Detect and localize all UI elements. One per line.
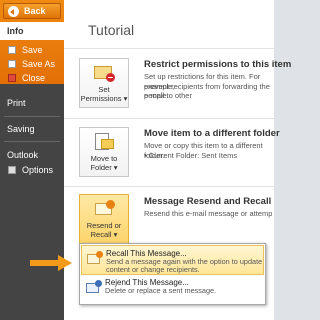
nav-save-as-label: Save As: [22, 59, 56, 69]
recall-message-icon: [87, 251, 103, 266]
recall-message-desc: Send a message again with the option to …: [106, 257, 263, 275]
nav-print-label: Print: [7, 98, 26, 108]
resend-or-recall-label-2: Recall ▾: [90, 230, 118, 239]
restrict-permissions-title: Restrict permissions to this item: [144, 59, 292, 70]
move-item-title: Move item to a different folder: [144, 128, 280, 139]
resend-recall-desc: Resend this e-mail message or attempt to…: [144, 209, 272, 218]
set-permissions-label-1: Set: [98, 85, 110, 94]
permissions-envelope-icon: [93, 64, 115, 82]
nav-save-label: Save: [22, 45, 43, 55]
nav-item-saving[interactable]: Saving: [0, 120, 64, 138]
set-permissions-button[interactable]: Set Permissions ▾: [79, 58, 129, 108]
nav-saving-label: Saving: [7, 124, 35, 134]
backstage-nav: Back Info Save Save As Close Print Savin…: [0, 0, 70, 320]
resend-or-recall-button[interactable]: Resend or Recall ▾: [79, 194, 129, 244]
nav-outlook-label: Outlook: [7, 150, 39, 160]
resend-message-icon: [86, 280, 102, 295]
move-to-folder-button[interactable]: Move to Folder ▾: [79, 127, 129, 177]
resend-or-recall-label-1: Resend or: [86, 221, 122, 230]
resend-recall-icon: [93, 200, 115, 218]
nav-separator: [4, 141, 60, 142]
back-arrow-icon: [8, 6, 19, 17]
nav-item-info[interactable]: Info: [0, 22, 70, 40]
nav-close-label: Close: [22, 73, 46, 83]
move-folder-icon: [93, 133, 115, 151]
nav-separator: [4, 116, 60, 117]
nav-item-close[interactable]: Close: [0, 70, 64, 86]
nav-info-label: Info: [7, 26, 24, 36]
save-as-icon: [8, 60, 16, 68]
nav-item-options[interactable]: Options: [0, 162, 64, 178]
set-permissions-label-2: Permissions ▾: [80, 94, 128, 103]
section-divider: [64, 118, 274, 119]
orange-pointer-arrow-icon: [30, 255, 74, 271]
move-to-folder-label-2: Folder ▾: [90, 163, 118, 172]
menu-item-recall-message[interactable]: Recall This Message... Send a message ag…: [81, 245, 264, 275]
nav-options-label: Options: [22, 165, 54, 175]
resend-recall-menu: Recall This Message... Send a message ag…: [79, 243, 266, 305]
restrict-permissions-desc-3: people.: [144, 91, 169, 100]
save-icon: [8, 46, 16, 54]
nav-item-print[interactable]: Print: [0, 94, 64, 112]
back-label: Back: [24, 6, 46, 16]
current-folder-text: ▪ Current Folder: Sent Items: [144, 151, 238, 160]
options-icon: [8, 166, 16, 174]
close-icon: [8, 74, 16, 82]
move-to-folder-label-1: Move to: [90, 154, 118, 163]
resend-recall-title: Message Resend and Recall: [144, 196, 272, 207]
section-divider: [64, 48, 274, 49]
back-button[interactable]: Back: [3, 3, 61, 19]
rejend-message-desc: Delete or replace a sent message.: [105, 286, 217, 295]
page-title: Tutorial: [88, 22, 135, 38]
menu-item-rejend-message[interactable]: Rejend This Message... Delete or replace…: [81, 275, 264, 305]
section-divider: [64, 186, 274, 187]
